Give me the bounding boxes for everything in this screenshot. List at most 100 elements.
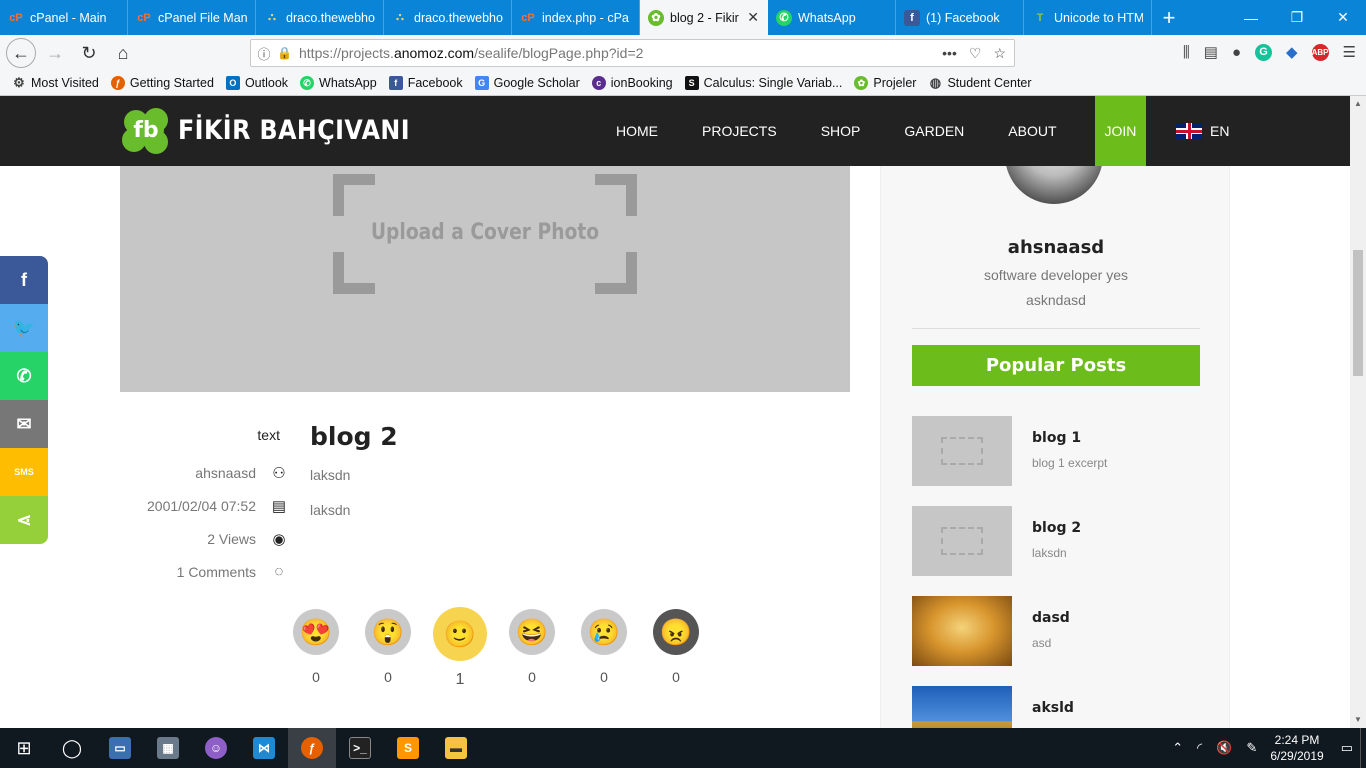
- sublime-text-icon[interactable]: S: [384, 728, 432, 768]
- bookmark-outlook[interactable]: O Outlook: [225, 76, 288, 90]
- sidebar-icon[interactable]: ▤: [1204, 43, 1218, 61]
- scroll-down-icon[interactable]: ▼: [1353, 715, 1363, 725]
- url-prefix: https://projects.: [299, 45, 394, 61]
- terminal-icon[interactable]: >_: [336, 728, 384, 768]
- reaction-wow[interactable]: 😲 0: [352, 609, 424, 689]
- reaction-angry[interactable]: 😠 0: [640, 609, 712, 689]
- reaction-count: 0: [312, 669, 320, 685]
- popular-post-item[interactable]: blog 1 blog 1 excerpt: [912, 416, 1200, 486]
- facebook-icon: f: [904, 9, 920, 26]
- popular-post-item[interactable]: blog 2 laksdn: [912, 506, 1200, 576]
- post-thumbnail: [912, 506, 1012, 576]
- nav-about[interactable]: ABOUT: [986, 96, 1078, 166]
- reaction-count: 0: [528, 669, 536, 685]
- tab-unicode[interactable]: T Unicode to HTM: [1024, 0, 1152, 35]
- bookmark-most-visited[interactable]: ⚙ Most Visited: [12, 75, 99, 90]
- page-scrollbar[interactable]: ▲ ▼: [1350, 96, 1366, 728]
- account-icon[interactable]: ●: [1232, 44, 1241, 61]
- share-sms-button[interactable]: SMS: [0, 448, 48, 496]
- grammarly-icon[interactable]: G: [1255, 43, 1272, 61]
- bookmark-student-center[interactable]: ◍ Student Center: [928, 75, 1032, 90]
- firefox-taskbar-icon[interactable]: ƒ: [288, 728, 336, 768]
- smile-emoji-icon: 🙂: [433, 607, 487, 661]
- reaction-sad[interactable]: 😢 0: [568, 609, 640, 689]
- popular-post-item[interactable]: dasd asd: [912, 596, 1200, 666]
- share-more-button[interactable]: ⋖: [0, 496, 48, 544]
- show-desktop-button[interactable]: [1360, 728, 1366, 768]
- wifi-icon[interactable]: ◜: [1197, 740, 1202, 756]
- tab-facebook[interactable]: f (1) Facebook: [896, 0, 1024, 35]
- share-whatsapp-button[interactable]: ✆: [0, 352, 48, 400]
- close-window-icon[interactable]: ✕: [1320, 0, 1366, 35]
- page-actions-icon[interactable]: •••: [942, 45, 957, 62]
- restore-icon[interactable]: ❐: [1274, 0, 1320, 35]
- reaction-love[interactable]: 😍 0: [280, 609, 352, 689]
- vscode-icon[interactable]: ⋈: [240, 728, 288, 768]
- nav-join[interactable]: JOIN: [1094, 96, 1147, 166]
- post-author[interactable]: ahsnaasd ⚇: [120, 456, 290, 489]
- new-tab-button[interactable]: +: [1152, 0, 1186, 35]
- nav-garden[interactable]: GARDEN: [882, 96, 986, 166]
- nav-projects[interactable]: PROJECTS: [680, 96, 799, 166]
- bookmark-star-icon[interactable]: ☆: [993, 45, 1006, 62]
- reaction-count: 0: [672, 669, 680, 685]
- file-explorer-icon[interactable]: ▬: [432, 728, 480, 768]
- scrollbar-thumb[interactable]: [1353, 250, 1363, 376]
- adblock-icon[interactable]: ABP: [1311, 43, 1329, 61]
- bookmark-facebook[interactable]: f Facebook: [388, 76, 463, 90]
- bookmark-projeler[interactable]: ✿ Projeler: [854, 76, 916, 90]
- home-button[interactable]: ⌂: [108, 38, 138, 68]
- profile-username[interactable]: ahsnaasd: [881, 237, 1231, 258]
- tab-whatsapp[interactable]: ✆ WhatsApp: [768, 0, 896, 35]
- menu-icon[interactable]: ☰: [1343, 43, 1356, 61]
- tab-index-php[interactable]: cP index.php - cPa: [512, 0, 640, 35]
- share-email-button[interactable]: ✉: [0, 400, 48, 448]
- popular-post-item[interactable]: aksld: [912, 686, 1200, 728]
- windows-start-icon[interactable]: ⊞: [0, 728, 48, 768]
- reaction-smile[interactable]: 🙂 1: [424, 607, 496, 689]
- bookmark-calculus[interactable]: S Calculus: Single Variab...: [684, 76, 842, 90]
- popular-post-title: aksld: [1032, 700, 1074, 716]
- post-comments[interactable]: 1 Comments ◌: [120, 555, 290, 588]
- info-icon[interactable]: ⓘ: [251, 44, 277, 63]
- photos-app-icon[interactable]: ▦: [144, 728, 192, 768]
- bookmark-google-scholar[interactable]: G Google Scholar: [474, 76, 580, 90]
- extension-icon[interactable]: ◆: [1286, 43, 1298, 61]
- forward-button[interactable]: →: [40, 38, 70, 68]
- library-icon[interactable]: ⫼: [1183, 44, 1190, 61]
- post-paragraph: laksdn: [310, 502, 351, 518]
- tab-blog-2[interactable]: ✿ blog 2 - Fikir ✕: [640, 0, 768, 35]
- notifications-icon[interactable]: ▭: [1341, 740, 1353, 756]
- share-facebook-button[interactable]: f: [0, 256, 48, 304]
- task-view-icon[interactable]: ▭: [96, 728, 144, 768]
- bookmark-whatsapp[interactable]: ✆ WhatsApp: [300, 76, 377, 90]
- back-button[interactable]: ←: [6, 38, 36, 68]
- cover-photo-placeholder[interactable]: Upload a Cover Photo: [120, 166, 850, 392]
- bookmark-getting-started[interactable]: ƒ Getting Started: [110, 76, 214, 90]
- nav-home[interactable]: HOME: [594, 96, 680, 166]
- tab-draco-1[interactable]: ⛬ draco.thewebho: [256, 0, 384, 35]
- clock[interactable]: 2:24 PM 6/29/2019: [1270, 732, 1323, 764]
- close-tab-icon[interactable]: ✕: [743, 9, 759, 26]
- bookmark-ionbooking[interactable]: c ionBooking: [591, 76, 673, 90]
- pen-icon[interactable]: ✎: [1246, 740, 1257, 756]
- share-twitter-button[interactable]: 🐦: [0, 304, 48, 352]
- reaction-laugh[interactable]: 😆 0: [496, 609, 568, 689]
- avatar[interactable]: [1005, 166, 1103, 204]
- nav-shop[interactable]: SHOP: [799, 96, 883, 166]
- chevron-up-icon[interactable]: ⌃: [1172, 740, 1183, 756]
- pocket-icon[interactable]: ♡: [969, 45, 982, 62]
- tab-cpanel-main[interactable]: cP cPanel - Main: [0, 0, 128, 35]
- reload-button[interactable]: ↻: [74, 38, 104, 68]
- tab-draco-2[interactable]: ⛬ draco.thewebho: [384, 0, 512, 35]
- address-bar[interactable]: ⓘ 🔒 https://projects.anomoz.com/sealife/…: [250, 39, 1015, 67]
- minimize-icon[interactable]: —: [1228, 0, 1274, 35]
- scroll-up-icon[interactable]: ▲: [1353, 99, 1363, 109]
- post-thumbnail: [912, 416, 1012, 486]
- cortana-icon[interactable]: ◯: [48, 728, 96, 768]
- volume-muted-icon[interactable]: 🔇: [1216, 740, 1232, 756]
- site-logo[interactable]: fb FİKİR BAHÇIVANI: [120, 104, 442, 156]
- language-switcher[interactable]: EN: [1176, 96, 1229, 166]
- tab-cpanel-file-manager[interactable]: cP cPanel File Mana: [128, 0, 256, 35]
- github-desktop-icon[interactable]: ☺: [192, 728, 240, 768]
